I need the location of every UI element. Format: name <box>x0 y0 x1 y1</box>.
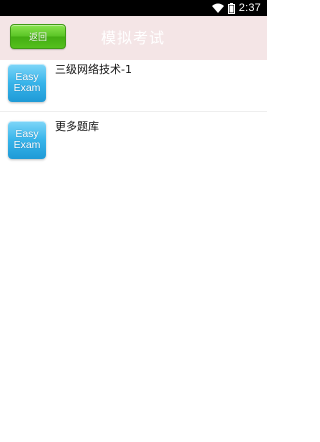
header-bar: 返回 模拟考试 <box>0 16 267 60</box>
icon-text-line: Exam <box>13 139 41 151</box>
easy-exam-icon: Easy Exam <box>8 64 46 102</box>
list-item-label: 更多题库 <box>55 120 99 133</box>
easy-exam-icon: Easy Exam <box>8 121 46 159</box>
wifi-icon <box>211 3 224 13</box>
battery-icon <box>227 2 235 14</box>
icon-text-line: Exam <box>13 82 41 94</box>
back-button[interactable]: 返回 <box>10 24 66 49</box>
exam-list: Easy Exam 三级网络技术-1 Easy Exam 更多题库 <box>0 60 267 164</box>
list-item[interactable]: Easy Exam 更多题库 <box>0 112 267 164</box>
status-time: 2:37 <box>238 2 261 14</box>
back-button-label: 返回 <box>28 33 47 43</box>
list-item[interactable]: Easy Exam 三级网络技术-1 <box>0 60 267 112</box>
status-bar: 2:37 <box>0 0 267 16</box>
status-icons: 2:37 <box>211 1 261 15</box>
list-item-label: 三级网络技术-1 <box>55 63 132 76</box>
page-title: 模拟考试 <box>101 29 166 47</box>
